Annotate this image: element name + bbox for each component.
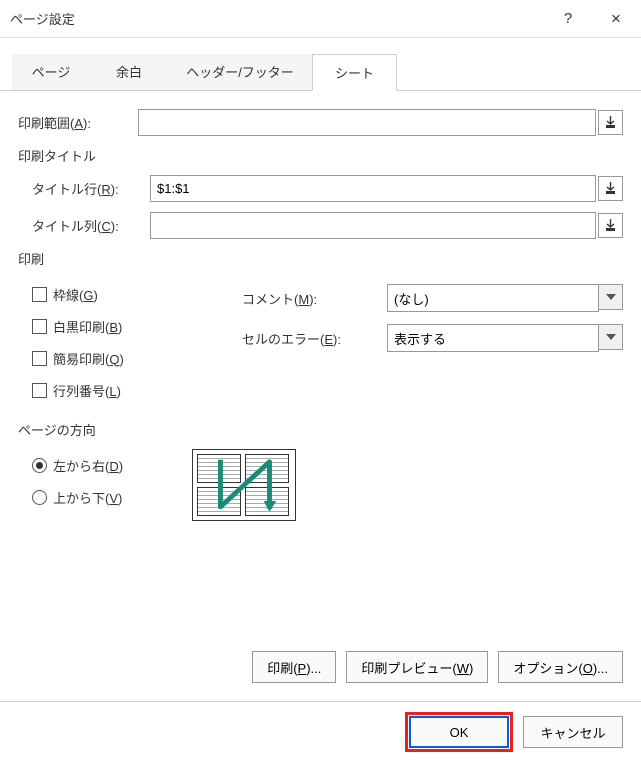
collapse-icon xyxy=(605,219,616,232)
direction-preview xyxy=(192,449,296,521)
top-to-bottom-radio[interactable] xyxy=(32,490,47,505)
print-group-label: 印刷 xyxy=(18,249,623,268)
comments-label: コメント(M): xyxy=(242,289,387,308)
tab-page[interactable]: ページ xyxy=(12,54,90,90)
blackwhite-label: 白黒印刷(B) xyxy=(53,317,122,336)
chevron-down-icon xyxy=(606,294,616,300)
sheet-mini-icon xyxy=(245,487,289,516)
comments-combobox[interactable]: (なし) xyxy=(387,284,599,312)
print-titles-group-label: 印刷タイトル xyxy=(18,146,623,165)
title-row-input[interactable] xyxy=(150,175,596,202)
draft-label: 簡易印刷(Q) xyxy=(53,349,124,368)
help-button[interactable]: ? xyxy=(545,0,591,38)
sheet-mini-icon xyxy=(197,487,241,516)
errors-value: 表示する xyxy=(394,329,446,348)
direction-group-label: ページの方向 xyxy=(18,420,623,439)
cancel-button[interactable]: キャンセル xyxy=(523,716,623,748)
gridlines-checkbox[interactable] xyxy=(32,287,47,302)
sheet-mini-icon xyxy=(197,454,241,483)
title-col-label: タイトル列(C): xyxy=(32,216,150,235)
errors-combobox[interactable]: 表示する xyxy=(387,324,599,352)
comments-value: (なし) xyxy=(394,289,429,308)
print-button[interactable]: 印刷(P)... xyxy=(252,651,336,683)
sheet-mini-icon xyxy=(245,454,289,483)
ok-button[interactable]: OK xyxy=(409,716,509,748)
left-to-right-radio[interactable] xyxy=(32,458,47,473)
title-row-label: タイトル行(R): xyxy=(32,179,150,198)
tab-sheet[interactable]: シート xyxy=(312,54,397,91)
collapse-icon xyxy=(605,182,616,195)
tab-bar: ページ 余白 ヘッダー/フッター シート xyxy=(0,38,641,91)
title-col-input[interactable] xyxy=(150,212,596,239)
left-to-right-label: 左から右(D) xyxy=(53,456,123,475)
tab-headerfooter[interactable]: ヘッダー/フッター xyxy=(168,54,312,90)
titlebar: ページ設定 ? × xyxy=(0,0,641,38)
collapse-icon xyxy=(605,116,616,129)
collapse-range-button[interactable] xyxy=(598,110,623,135)
print-preview-button[interactable]: 印刷プレビュー(W) xyxy=(346,651,488,683)
errors-drop-button[interactable] xyxy=(599,324,623,350)
options-button[interactable]: オプション(O)... xyxy=(498,651,623,683)
blackwhite-checkbox[interactable] xyxy=(32,319,47,334)
comments-drop-button[interactable] xyxy=(599,284,623,310)
dialog-title: ページ設定 xyxy=(10,9,545,28)
collapse-title-row-button[interactable] xyxy=(598,176,623,201)
top-to-bottom-label: 上から下(V) xyxy=(53,488,122,507)
print-range-label: 印刷範囲(A): xyxy=(18,113,138,132)
close-button[interactable]: × xyxy=(591,0,641,38)
rowcol-headings-checkbox[interactable] xyxy=(32,383,47,398)
rowcol-headings-label: 行列番号(L) xyxy=(53,381,121,400)
tab-margin[interactable]: 余白 xyxy=(90,54,168,90)
draft-checkbox[interactable] xyxy=(32,351,47,366)
gridlines-label: 枠線(G) xyxy=(53,285,98,304)
errors-label: セルのエラー(E): xyxy=(242,329,387,348)
chevron-down-icon xyxy=(606,334,616,340)
print-range-input[interactable] xyxy=(138,109,596,136)
collapse-title-col-button[interactable] xyxy=(598,213,623,238)
